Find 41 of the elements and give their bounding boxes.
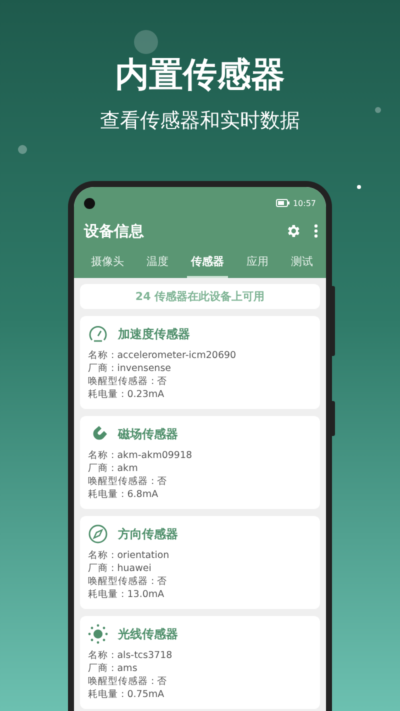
- sensor-detail: 耗电量 : 0.75mA: [88, 688, 166, 701]
- sensor-detail: 耗电量 : 0.23mA: [88, 388, 166, 401]
- sensor-detail: 名称 : orientation: [88, 549, 170, 562]
- headline: 内置传感器: [115, 54, 285, 96]
- decorative-circle: [357, 185, 361, 189]
- sensor-count-banner: 24 传感器在此设备上可用: [80, 284, 320, 309]
- sensor-detail: 厂商 : akm: [88, 462, 139, 475]
- camera-hole-icon: [84, 198, 95, 208]
- sun-icon: [88, 624, 108, 644]
- sensor-detail: 厂商 : ams: [88, 662, 138, 675]
- sensor-detail: 厂商 : invensense: [88, 362, 172, 375]
- battery-icon: [276, 199, 290, 207]
- sensor-detail: 唤醒型传感器 : 否: [88, 675, 168, 688]
- sensor-detail: 唤醒型传感器 : 否: [88, 575, 168, 588]
- tab[interactable]: 摄像头: [87, 249, 128, 278]
- sensor-title: 光线传感器: [118, 626, 178, 642]
- more-menu-icon[interactable]: [314, 224, 318, 238]
- sensor-detail: 名称 : akm-akm09918: [88, 449, 194, 462]
- tab[interactable]: 应用: [242, 249, 272, 278]
- decorative-circle: [18, 145, 27, 154]
- sensor-detail: 厂商 : huawei: [88, 562, 152, 575]
- status-time: 10:57: [292, 198, 316, 208]
- decorative-circle: [375, 107, 381, 113]
- tab[interactable]: 温度: [142, 249, 173, 278]
- sensor-detail: 唤醒型传感器 : 否: [88, 375, 168, 388]
- subheadline: 查看传感器和实时数据: [100, 107, 300, 134]
- sensor-title: 方向传感器: [118, 526, 178, 542]
- sensor-title: 加速度传感器: [118, 326, 190, 342]
- toolbar-title: 设备信息: [84, 222, 145, 240]
- sensor-title: 磁场传感器: [118, 426, 178, 442]
- sensor-detail: 名称 : als-tcs3718: [88, 649, 174, 662]
- speedometer-icon: [88, 324, 108, 344]
- decorative-circle: [134, 30, 158, 54]
- sensor-detail: 耗电量 : 6.8mA: [88, 488, 160, 501]
- settings-icon[interactable]: [285, 223, 301, 239]
- sensor-detail: 耗电量 : 13.0mA: [88, 588, 166, 601]
- tab[interactable]: 传感器: [186, 249, 228, 278]
- compass-icon: [88, 524, 108, 544]
- sensor-detail: 名称 : accelerometer-icm20690: [88, 349, 238, 362]
- tab[interactable]: 测试: [286, 249, 317, 278]
- sensor-detail: 唤醒型传感器 : 否: [88, 475, 168, 488]
